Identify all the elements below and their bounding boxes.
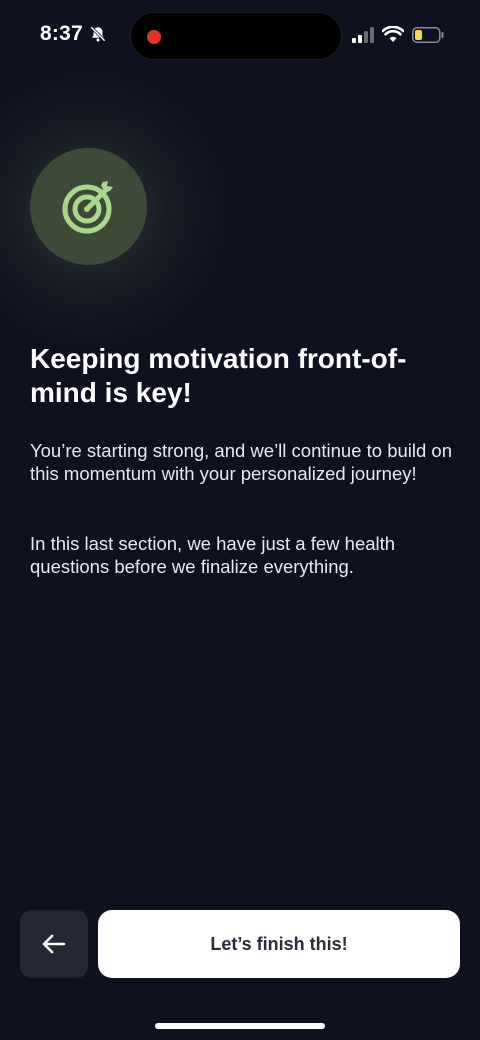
target-icon bbox=[62, 180, 113, 233]
battery-low-icon bbox=[412, 26, 444, 43]
finish-button[interactable]: Let’s finish this! bbox=[98, 910, 460, 978]
arrow-left-icon bbox=[42, 934, 66, 954]
recording-dot-icon bbox=[147, 30, 161, 44]
status-time: 8:37 bbox=[40, 22, 83, 45]
target-icon-badge bbox=[30, 148, 147, 265]
dynamic-island bbox=[130, 12, 342, 60]
paragraph-health-section: In this last section, we have just a few… bbox=[30, 533, 396, 577]
onboarding-screen: 8:37 Keeping motivation front-of-mind is… bbox=[0, 0, 480, 1040]
wifi-icon bbox=[382, 26, 404, 42]
headline: Keeping motivation front-of-mind is key! bbox=[30, 343, 407, 408]
time-group: 8:37 bbox=[40, 22, 107, 46]
paragraph-intro: You’re starting strong, and we’ll contin… bbox=[30, 440, 453, 484]
bell-slash-icon bbox=[90, 26, 106, 42]
back-button[interactable] bbox=[20, 910, 88, 978]
home-indicator[interactable] bbox=[155, 1023, 325, 1029]
cellular-signal-icon bbox=[352, 26, 374, 43]
status-indicators bbox=[352, 26, 444, 43]
